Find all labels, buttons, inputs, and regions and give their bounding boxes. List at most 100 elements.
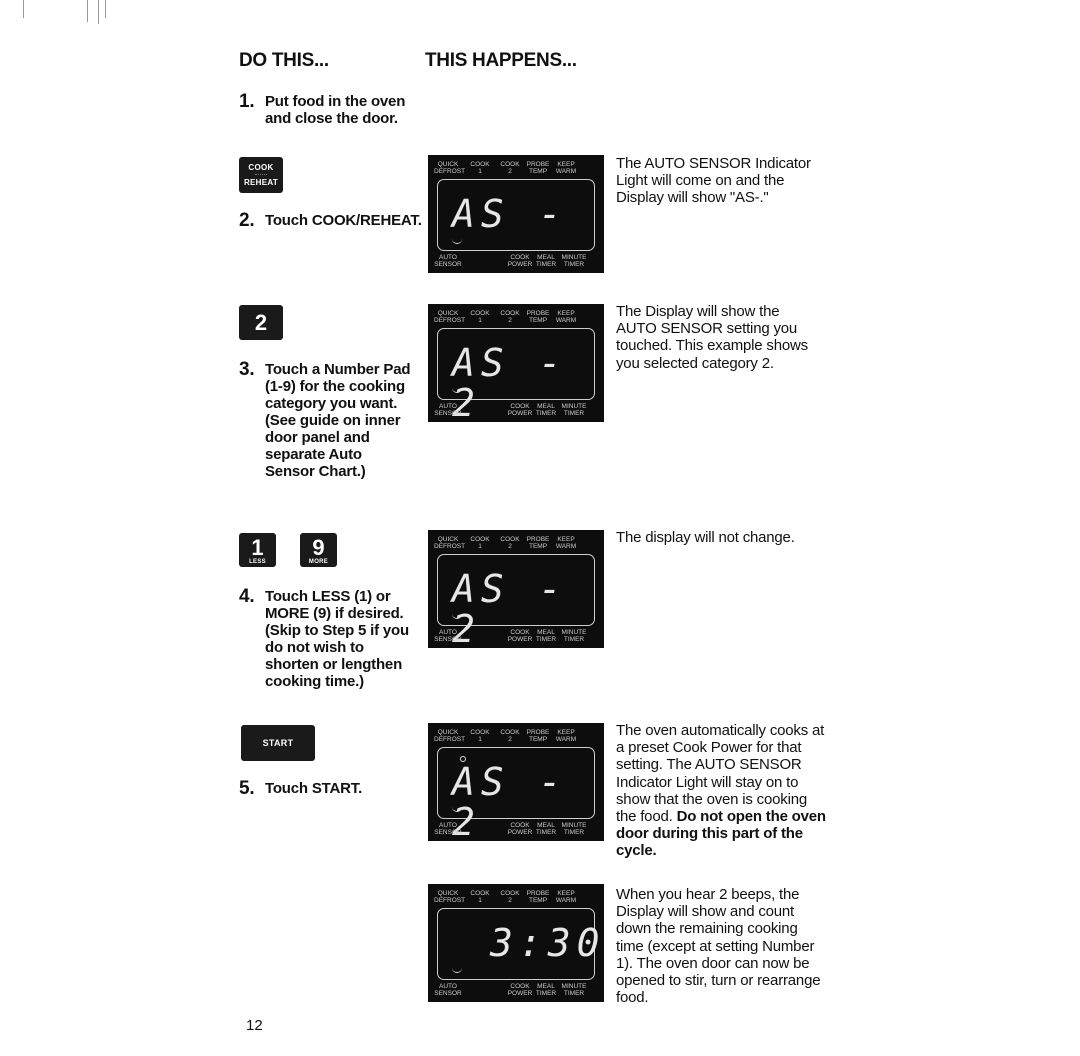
display-screen: AS - 2 xyxy=(437,747,595,842)
indicator-label: COOK 2 xyxy=(500,890,520,904)
step-text: Touch a Number Pad (1-9) for the cooking… xyxy=(265,361,411,480)
key-sublabel: LESS xyxy=(249,559,266,565)
step-4: 4. Touch LESS (1) or MORE (9) if desired.… xyxy=(239,586,429,690)
display-screen: AS - 2 xyxy=(437,554,595,649)
step-number: 5. xyxy=(239,778,255,799)
key-label: START xyxy=(262,738,294,748)
crop-mark xyxy=(23,0,24,18)
indicator-label: COOK 1 xyxy=(470,161,490,175)
indicator-label: AUTO SENSOR xyxy=(434,254,462,268)
indicator-label: COOK 1 xyxy=(470,729,490,743)
key-sublabel: MORE xyxy=(308,559,329,565)
indicator-label: AUTO SENSOR xyxy=(434,983,462,997)
indicator-label: AUTO SENSOR xyxy=(434,822,462,836)
cook-indicator-dot xyxy=(460,756,466,762)
auto-sensor-indicator-icon xyxy=(452,238,462,244)
indicator-label: AUTO SENSOR xyxy=(434,629,462,643)
panel-bottom-labels: AUTO SENSOR COOK POWER MEAL TIMER MINUTE TI… xyxy=(428,403,604,417)
indicator-label: COOK POWER xyxy=(507,983,533,997)
key-label: 2 xyxy=(254,310,268,335)
oven-display-panel: QUICK DEFROST COOK 1 COOK 2 PROBE TEMP KEEP … xyxy=(428,155,604,273)
display-readout: AS - xyxy=(452,192,568,236)
indicator-label: COOK 1 xyxy=(470,310,490,324)
indicator-label: COOK 2 xyxy=(500,729,520,743)
indicator-label: KEEP WARM xyxy=(555,161,577,175)
step-1: 1. Put food in the oven and close the doo… xyxy=(239,91,429,127)
indicator-label: QUICK DEFROST xyxy=(434,161,466,175)
panel-bottom-labels: AUTO SENSOR COOK POWER MEAL TIMER MINUTE TI… xyxy=(428,822,604,836)
indicator-label: MEAL TIMER xyxy=(535,254,557,268)
panel-bottom-labels: AUTO SENSOR COOK POWER MEAL TIMER MINUTE TI… xyxy=(428,629,604,643)
display-screen: 3:30 xyxy=(437,908,600,980)
indicator-label: PROBE TEMP xyxy=(526,729,550,743)
indicator-label: COOK POWER xyxy=(507,822,533,836)
key-label-bottom: REHEAT xyxy=(243,178,279,187)
indicator-label: MEAL TIMER xyxy=(535,983,557,997)
indicator-label: COOK POWER xyxy=(507,629,533,643)
indicator-label: QUICK DEFROST xyxy=(434,890,466,904)
step-3: 3. Touch a Number Pad (1-9) for the cooki… xyxy=(239,359,429,480)
start-key: START xyxy=(241,725,315,761)
step-2-description: The AUTO SENSOR Indicator Light will com… xyxy=(616,155,811,207)
header-this-happens: THIS HAPPENS... xyxy=(425,50,577,71)
step-number: 1. xyxy=(239,91,255,112)
step-text: Put food in the oven and close the door. xyxy=(265,93,406,127)
key-divider xyxy=(255,174,267,176)
oven-display-panel: QUICK DEFROST COOK 1 COOK 2 PROBE TEMP KEEP … xyxy=(428,304,604,423)
indicator-label: COOK POWER xyxy=(507,403,533,417)
indicator-label: COOK 2 xyxy=(500,310,520,324)
display-screen: AS - 2 xyxy=(437,328,595,423)
indicator-label: QUICK DEFROST xyxy=(434,536,466,550)
panel-bottom-labels: AUTO SENSOR COOK POWER MEAL TIMER MINUTE TI… xyxy=(428,254,604,268)
number-pad-2-key: 2 xyxy=(239,305,283,340)
indicator-label: MINUTE TIMER xyxy=(561,629,587,643)
oven-display-panel: QUICK DEFROST COOK 1 COOK 2 PROBE TEMP KEEP … xyxy=(428,884,604,1002)
indicator-label: KEEP WARM xyxy=(555,729,577,743)
step-text: Touch COOK/REHEAT. xyxy=(265,212,422,229)
indicator-label: COOK 1 xyxy=(470,536,490,550)
indicator-label: MINUTE TIMER xyxy=(561,254,587,268)
indicator-label: KEEP WARM xyxy=(555,890,577,904)
step-text: Touch LESS (1) or MORE (9) if desired. (… xyxy=(265,588,409,690)
display-readout: 3:30 xyxy=(490,921,606,965)
step-2: 2. Touch COOK/REHEAT. xyxy=(239,210,429,231)
final-description: When you hear 2 beeps, the Display will … xyxy=(616,886,821,1007)
panel-bottom-labels: AUTO SENSOR COOK POWER MEAL TIMER MINUTE TI… xyxy=(428,983,604,997)
crop-mark xyxy=(98,0,99,24)
key-label-top: COOK xyxy=(248,163,274,172)
indicator-label: PROBE TEMP xyxy=(526,536,550,550)
step-text: Touch START. xyxy=(265,780,363,797)
indicator-label: COOK 1 xyxy=(470,890,490,904)
step-number: 3. xyxy=(239,359,255,380)
indicator-label: COOK POWER xyxy=(507,254,533,268)
key-label: 9 xyxy=(312,535,325,560)
indicator-label: MEAL TIMER xyxy=(535,822,557,836)
indicator-label: PROBE TEMP xyxy=(526,310,550,324)
step-number: 2. xyxy=(239,210,255,231)
indicator-label: MEAL TIMER xyxy=(535,403,557,417)
indicator-label: MEAL TIMER xyxy=(535,629,557,643)
cook-reheat-key: COOK REHEAT xyxy=(239,157,283,193)
indicator-label: COOK 2 xyxy=(500,536,520,550)
step-5: 5. Touch START. xyxy=(239,778,429,799)
less-key: 1 LESS xyxy=(239,533,276,567)
indicator-label: QUICK DEFROST xyxy=(434,729,466,743)
step-3-description: The Display will show the AUTO SENSOR se… xyxy=(616,303,808,372)
header-do-this: DO THIS... xyxy=(239,50,329,71)
key-label: 1 xyxy=(251,535,264,560)
crop-mark xyxy=(87,0,88,22)
indicator-label: QUICK DEFROST xyxy=(434,310,466,324)
indicator-label: PROBE TEMP xyxy=(526,890,550,904)
indicator-label: KEEP WARM xyxy=(555,310,577,324)
indicator-label: KEEP WARM xyxy=(555,536,577,550)
indicator-label: MINUTE TIMER xyxy=(561,822,587,836)
display-screen: AS - xyxy=(437,179,595,251)
more-key: 9 MORE xyxy=(300,533,337,567)
indicator-label: MINUTE TIMER xyxy=(561,403,587,417)
page-number: 12 xyxy=(246,1017,263,1034)
oven-display-panel: QUICK DEFROST COOK 1 COOK 2 PROBE TEMP KEEP … xyxy=(428,530,604,649)
oven-display-panel: QUICK DEFROST COOK 1 COOK 2 PROBE TEMP KEEP … xyxy=(428,723,604,842)
step-number: 4. xyxy=(239,586,255,607)
auto-sensor-indicator-icon xyxy=(452,967,462,973)
indicator-label: PROBE TEMP xyxy=(526,161,550,175)
